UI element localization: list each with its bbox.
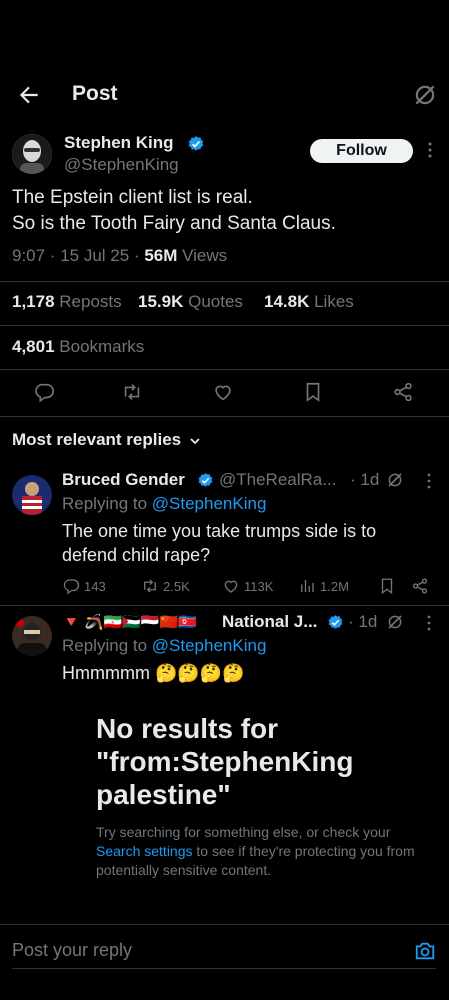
divider xyxy=(0,281,449,282)
replying-prefix: Replying to xyxy=(62,636,152,655)
views-label: Views xyxy=(177,246,228,265)
replying-to: Replying to @StephenKing xyxy=(62,636,266,656)
author-name[interactable]: Stephen King xyxy=(64,133,174,153)
arrow-left-icon[interactable] xyxy=(16,82,42,108)
reply-text: Hmmmmm 🤔🤔🤔🤔 xyxy=(62,661,245,685)
views-icon xyxy=(301,580,314,592)
more-options-icon[interactable] xyxy=(420,140,440,160)
reply-icon xyxy=(63,579,80,595)
bookmarks-count: 4,801 xyxy=(12,337,55,356)
no-results-body: Try searching for something else, or che… xyxy=(96,823,416,880)
more-options-icon[interactable] xyxy=(421,614,437,632)
repost-icon[interactable] xyxy=(121,381,143,403)
views-count: 1.2M xyxy=(320,578,349,594)
likes-count: 14.8K xyxy=(264,292,310,311)
reposts-label: Reposts xyxy=(54,292,122,311)
tweet-text-line: The Epstein client list is real. xyxy=(12,187,253,208)
like-icon xyxy=(224,580,238,593)
like-icon[interactable] xyxy=(212,381,234,403)
reply-text-line: defend child rape? xyxy=(62,545,211,565)
verified-badge-icon xyxy=(327,614,344,631)
quotes-stat[interactable]: 15.9K Quotes xyxy=(138,292,243,312)
reply-author-flags[interactable]: 🔻 🪃🇮🇷🇵🇸🇾🇪🇨🇳🇰🇵 xyxy=(62,612,197,634)
verified-badge-icon xyxy=(187,135,205,153)
reply-replies-stat[interactable]: 143 xyxy=(62,577,106,595)
no-results-text: Try searching for something else, or che… xyxy=(96,824,391,840)
likes-stat[interactable]: 14.8K Likes xyxy=(264,292,354,312)
replies-sort-label[interactable]: Most relevant replies xyxy=(12,430,181,450)
reply-age[interactable]: · 1d xyxy=(350,470,379,490)
author-handle[interactable]: @StephenKing xyxy=(64,155,179,175)
chevron-down-icon[interactable] xyxy=(188,434,202,448)
divider xyxy=(0,369,449,370)
top-bar: Post xyxy=(0,70,449,122)
camera-icon[interactable] xyxy=(414,940,436,962)
likes-count: 113K xyxy=(244,578,274,594)
author-avatar[interactable] xyxy=(12,134,52,174)
quotes-count: 15.9K xyxy=(138,292,184,311)
bookmark-icon[interactable] xyxy=(378,577,396,595)
grok-icon[interactable] xyxy=(386,613,404,631)
reply-compose-input[interactable]: Post your reply xyxy=(12,940,132,961)
bookmarks-label: Bookmarks xyxy=(54,337,145,356)
tweet-meta: 9:07 · 15 Jul 25 · 56M Views xyxy=(12,246,227,266)
divider xyxy=(0,924,449,925)
reposts-count: 2.5K xyxy=(163,578,190,594)
divider xyxy=(0,605,449,606)
reply-author-name[interactable]: Bruced Gender xyxy=(62,470,185,490)
reply-avatar[interactable] xyxy=(12,616,52,656)
tweet-timestamp[interactable]: 9:07 · 15 Jul 25 · xyxy=(12,246,144,265)
quotes-label: Quotes xyxy=(183,292,243,311)
search-settings-link: Search settings xyxy=(96,843,193,859)
page-title: Post xyxy=(72,82,118,105)
bookmarks-stat[interactable]: 4,801 Bookmarks xyxy=(12,337,144,357)
reply-icon[interactable] xyxy=(33,381,55,403)
reply-text-line: The one time you take trumps side is to xyxy=(62,521,377,541)
replying-prefix: Replying to xyxy=(62,494,152,513)
reposts-stat[interactable]: 1,178 Reposts xyxy=(12,292,122,312)
thinking-face-emojis: 🤔🤔🤔🤔 xyxy=(155,663,245,683)
more-options-icon[interactable] xyxy=(421,472,437,490)
no-results-title: No results for "from:StephenKing palesti… xyxy=(96,713,354,810)
replying-handle-link[interactable]: @StephenKing xyxy=(152,494,267,513)
bookmark-icon[interactable] xyxy=(302,381,324,403)
reply-author-name[interactable]: National J... xyxy=(222,612,317,632)
share-icon[interactable] xyxy=(392,381,414,403)
views-count: 56M xyxy=(144,246,178,265)
divider xyxy=(0,325,449,326)
replies-count: 143 xyxy=(84,578,106,594)
reply-likes-stat[interactable]: 113K xyxy=(222,577,273,595)
reply-author-handle[interactable]: @TheRealRa... xyxy=(219,470,336,490)
divider xyxy=(0,416,449,417)
grok-icon[interactable] xyxy=(412,82,438,108)
reply-text-word: Hmmmmm xyxy=(62,663,150,683)
tweet-text-line: So is the Tooth Fairy and Santa Claus. xyxy=(12,213,336,234)
reply-views-stat[interactable]: 1.2M xyxy=(298,577,349,595)
follow-button[interactable]: Follow xyxy=(310,139,413,163)
reply-avatar[interactable] xyxy=(12,475,52,515)
likes-label: Likes xyxy=(309,292,354,311)
repost-icon xyxy=(144,579,156,593)
compose-underline xyxy=(12,968,436,969)
reply-reposts-stat[interactable]: 2.5K xyxy=(141,577,190,595)
share-icon[interactable] xyxy=(411,577,429,595)
reply-age[interactable]: · 1d xyxy=(348,612,377,632)
reposts-count: 1,178 xyxy=(12,292,55,311)
grok-icon[interactable] xyxy=(386,471,404,489)
replying-handle-link[interactable]: @StephenKing xyxy=(152,636,267,655)
replying-to: Replying to @StephenKing xyxy=(62,494,266,514)
verified-badge-icon xyxy=(197,472,214,489)
